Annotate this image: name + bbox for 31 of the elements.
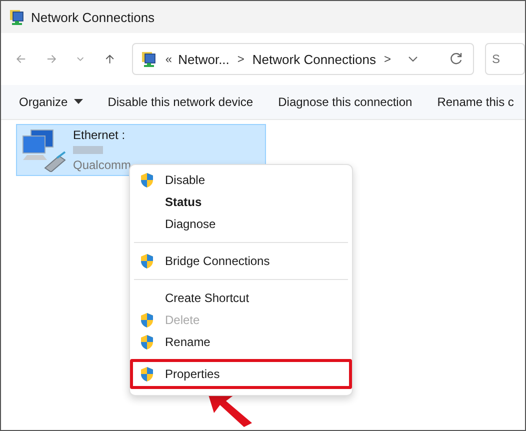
caret-icon <box>74 99 83 105</box>
menu-item[interactable]: Rename <box>130 331 352 353</box>
refresh-icon[interactable] <box>449 52 463 66</box>
breadcrumb-separator[interactable]: > <box>384 52 391 66</box>
address-bar[interactable]: « Networ... > Network Connections > <box>132 43 474 75</box>
breadcrumb-separator[interactable]: > <box>237 52 244 66</box>
network-computers-icon <box>21 128 67 172</box>
search-field[interactable]: S <box>485 43 525 75</box>
breadcrumb[interactable]: Network Connections <box>252 52 376 66</box>
shield-icon <box>139 172 155 188</box>
toolbar-button[interactable]: Organize <box>12 95 90 109</box>
menu-item[interactable]: Create Shortcut <box>130 287 352 309</box>
breadcrumb-chevrons[interactable]: « <box>165 52 172 66</box>
network-folder-icon <box>141 50 158 68</box>
toolbar-button[interactable]: Disable this network device <box>100 95 260 109</box>
menu-item[interactable]: Diagnose <box>130 213 352 235</box>
shield-icon <box>139 334 155 350</box>
menu-item[interactable]: Properties <box>130 359 352 389</box>
network-folder-icon <box>9 8 25 26</box>
menu-item[interactable]: Status <box>130 191 352 213</box>
connection-device: Qualcomm <box>73 158 132 172</box>
window-title: Network Connections <box>31 10 155 24</box>
shield-icon <box>139 366 155 382</box>
shield-icon <box>139 312 155 328</box>
menu-item[interactable]: Bridge Connections <box>130 250 352 272</box>
shield-icon <box>139 252 155 270</box>
toolbar-button[interactable]: Diagnose this connection <box>271 95 420 109</box>
breadcrumb[interactable]: Networ... <box>178 52 230 66</box>
connection-name: Ethernet : <box>73 128 126 142</box>
blurred-status <box>73 146 103 154</box>
toolbar-button[interactable]: Rename this c <box>430 95 521 109</box>
